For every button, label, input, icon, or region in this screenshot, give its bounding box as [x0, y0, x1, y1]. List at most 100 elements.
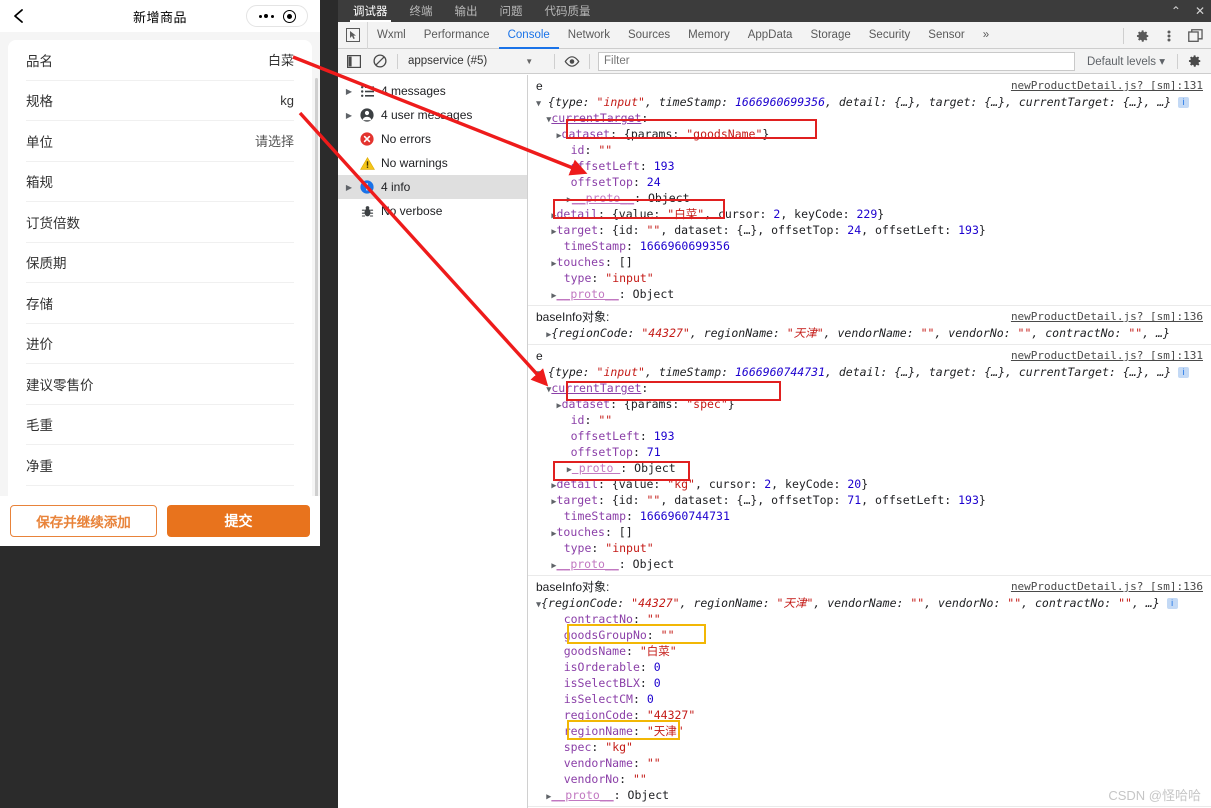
chevron-right-icon[interactable]: ▶ — [342, 183, 356, 192]
form-row-pinming[interactable]: 品名 白菜 — [26, 40, 294, 81]
wechat-capsule — [246, 5, 308, 27]
tab-security[interactable]: Security — [860, 22, 920, 49]
tab-performance[interactable]: Performance — [415, 22, 499, 49]
simulator-footer: 保存并继续添加 提交 — [0, 496, 320, 546]
more-dots-icon[interactable] — [258, 14, 274, 18]
inspect-cursor-icon[interactable] — [338, 21, 368, 49]
form-scrollbar[interactable] — [315, 78, 318, 518]
collapse-icon[interactable]: ⌃ — [1171, 5, 1181, 17]
log-prop-dataset[interactable]: ▶dataset: {params: "spec"} — [528, 396, 1211, 412]
tab-storage[interactable]: Storage — [801, 22, 859, 49]
console-group-4: baseInfo对象: newProductDetail.js? [sm]:136… — [528, 576, 1211, 807]
info-badge-icon: i — [1178, 367, 1190, 378]
log-prop-target[interactable]: ▶target: {id: "", dataset: {…}, offsetTo… — [528, 492, 1211, 508]
log-prop-proto[interactable]: ▶ proto : Object — [528, 460, 1211, 476]
form-label: 毛重 — [26, 418, 53, 434]
form-row-guige[interactable]: 规格 kg — [26, 81, 294, 121]
page-title: 新增商品 — [132, 9, 187, 25]
window-tab-code-quality[interactable]: 代码质量 — [534, 0, 602, 22]
log-prop-type: type: "input" — [563, 541, 654, 555]
sidebar-item-user-messages[interactable]: ▶ 4 user messages — [338, 103, 527, 127]
log-summary[interactable]: ▶{regionCode: "44327", regionName: "天津",… — [528, 325, 1211, 341]
divider — [1177, 53, 1178, 69]
close-icon[interactable]: ✕ — [1195, 5, 1205, 17]
execution-context-select[interactable]: appservice (#5) ▼ — [402, 55, 550, 67]
sidebar-item-label: No verbose — [381, 204, 443, 218]
sidebar-item-label: 4 user messages — [381, 108, 473, 122]
window-tab-output[interactable]: 输出 — [444, 0, 489, 22]
window-tab-debugger[interactable]: 调试器 — [342, 0, 399, 22]
dock-panel-icon[interactable] — [1183, 22, 1207, 49]
sidebar-item-warnings[interactable]: No warnings — [338, 151, 527, 175]
source-link[interactable]: newProductDetail.js? [sm]:136 — [1011, 309, 1203, 325]
source-link[interactable]: newProductDetail.js? [sm]:131 — [1011, 78, 1203, 94]
sidebar-item-verbose[interactable]: No verbose — [338, 199, 527, 223]
log-header: e newProductDetail.js? [sm]:131 — [536, 348, 1203, 364]
window-tab-problems[interactable]: 问题 — [489, 0, 534, 22]
clear-console-icon[interactable] — [367, 49, 393, 74]
tab-sensor[interactable]: Sensor — [919, 22, 973, 49]
form-row-xiangui[interactable]: 箱规 — [26, 162, 294, 202]
log-prop-touches[interactable]: ▶touches: [] — [528, 254, 1211, 270]
log-prop-proto2[interactable]: ▶__proto__: Object — [528, 556, 1211, 572]
log-prop-proto[interactable]: ▶__proto__: Object — [528, 787, 1211, 803]
form-value[interactable]: 请选择 — [255, 131, 294, 150]
tab-overflow-chevron[interactable]: » — [974, 22, 998, 49]
console-log-area[interactable]: e newProductDetail.js? [sm]:131 ▼ {type: … — [528, 75, 1211, 808]
chevron-right-icon[interactable]: ▶ — [342, 87, 356, 96]
filter-input[interactable] — [598, 51, 1075, 71]
log-prop-currenttarget[interactable]: ▼currentTarget: — [528, 110, 1211, 126]
target-circle-icon[interactable] — [282, 9, 296, 23]
form-row-jianyilingshoujia[interactable]: 建议零售价 — [26, 364, 294, 405]
log-levels-select[interactable]: Default levels ▾ — [1079, 54, 1173, 68]
log-summary[interactable]: ▼ {type: "input", timeStamp: 16669607447… — [528, 364, 1211, 380]
simulator-form-body: 品名 白菜 规格 kg 单位 请选择 箱规 订货倍数 保质期 存储 进价 建议零… — [0, 32, 320, 546]
log-prop: regionName: "天津" — [563, 724, 684, 738]
log-prop-detail[interactable]: ▶detail: {value: "白菜", cursor: 2, keyCod… — [528, 206, 1211, 222]
log-prop-detail[interactable]: ▶detail: {value: "kg", cursor: 2, keyCod… — [528, 476, 1211, 492]
tab-appdata[interactable]: AppData — [739, 22, 802, 49]
form-value[interactable]: 白菜 — [268, 50, 294, 69]
form-row-dinghuobeishu[interactable]: 订货倍数 — [26, 202, 294, 243]
chevron-right-icon[interactable]: ▶ — [342, 111, 356, 120]
sidebar-toggle-icon[interactable] — [341, 49, 367, 74]
kebab-menu-icon[interactable] — [1157, 22, 1181, 49]
form-row-cunchu[interactable]: 存储 — [26, 283, 294, 324]
log-prop-dataset[interactable]: ▶dataset: {params: "goodsName"} — [528, 126, 1211, 142]
eye-icon[interactable] — [559, 49, 585, 74]
tab-network[interactable]: Network — [559, 22, 619, 49]
console-main: ▶ 4 messages ▶ 4 user messages No errors… — [338, 75, 1211, 808]
tab-console[interactable]: Console — [499, 22, 559, 49]
log-summary[interactable]: ▼{regionCode: "44327", regionName: "天津",… — [528, 595, 1211, 611]
log-header: e newProductDetail.js? [sm]:131 — [536, 78, 1203, 94]
window-tab-terminal[interactable]: 终端 — [399, 0, 444, 22]
form-label: 保质期 — [26, 256, 67, 272]
form-row-baozhiqi[interactable]: 保质期 — [26, 243, 294, 283]
log-summary[interactable]: ▼ {type: "input", timeStamp: 16669606993… — [528, 94, 1211, 110]
form-row-jinjia[interactable]: 进价 — [26, 324, 294, 364]
log-prop: goodsGroupNo: "" — [563, 628, 675, 642]
sidebar-item-info[interactable]: ▶ 4 info — [338, 175, 527, 199]
gear-icon[interactable] — [1131, 22, 1155, 49]
log-prop-currenttarget[interactable]: ▼currentTarget: — [528, 380, 1211, 396]
log-prop-proto[interactable]: ▶__proto__: Object — [528, 190, 1211, 206]
log-prop-proto2[interactable]: ▶__proto__: Object — [528, 286, 1211, 302]
form-row-danwei[interactable]: 单位 请选择 — [26, 121, 294, 162]
form-row-maozhong[interactable]: 毛重 — [26, 405, 294, 445]
source-link[interactable]: newProductDetail.js? [sm]:136 — [1011, 579, 1203, 595]
source-link[interactable]: newProductDetail.js? [sm]:131 — [1011, 348, 1203, 364]
tab-sources[interactable]: Sources — [619, 22, 679, 49]
form-row-jingzhong[interactable]: 净重 — [26, 445, 294, 486]
log-prop-target[interactable]: ▶target: {id: "", dataset: {…}, offsetTo… — [528, 222, 1211, 238]
tab-wxml[interactable]: Wxml — [368, 22, 415, 49]
sidebar-item-messages[interactable]: ▶ 4 messages — [338, 79, 527, 103]
save-and-continue-button[interactable]: 保存并继续添加 — [10, 505, 157, 537]
product-form-card: 品名 白菜 规格 kg 单位 请选择 箱规 订货倍数 保质期 存储 进价 建议零… — [8, 40, 312, 512]
tab-memory[interactable]: Memory — [679, 22, 739, 49]
console-settings-gear-icon[interactable] — [1182, 49, 1208, 74]
chevron-left-icon[interactable] — [10, 7, 28, 25]
log-prop-touches[interactable]: ▶touches: [] — [528, 524, 1211, 540]
form-value[interactable]: kg — [280, 93, 294, 108]
sidebar-item-errors[interactable]: No errors — [338, 127, 527, 151]
submit-button[interactable]: 提交 — [167, 505, 310, 537]
